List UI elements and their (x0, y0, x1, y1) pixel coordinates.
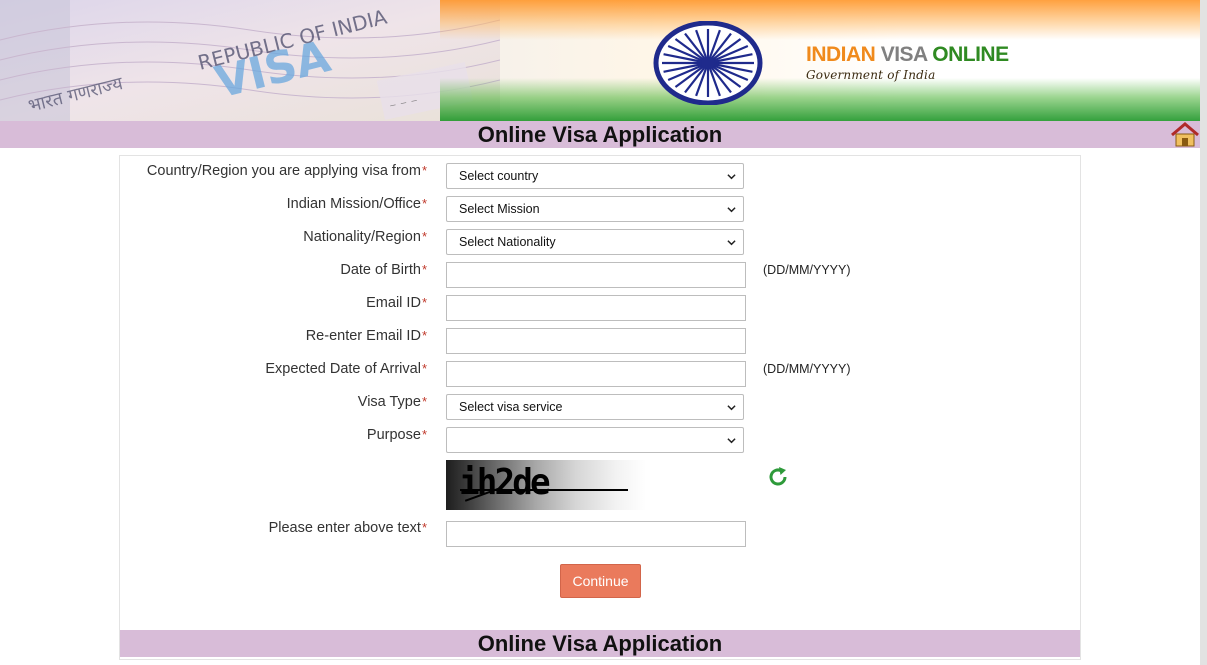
refresh-icon[interactable] (767, 466, 789, 488)
header-banner: REPUBLIC OF INDIA VISA भारत गणराज्य — — … (0, 0, 1200, 121)
chevron-down-icon (727, 207, 736, 213)
captcha-input[interactable] (446, 521, 746, 547)
purpose-label: Purpose* (366, 427, 427, 443)
mission-label: Indian Mission/Office* (286, 196, 427, 212)
chevron-down-icon (727, 405, 736, 411)
visa-stamp-illustration: REPUBLIC OF INDIA VISA भारत गणराज्य — — … (0, 0, 500, 121)
arrival-date-input[interactable] (446, 361, 746, 387)
country-select[interactable]: Select country (446, 163, 744, 189)
required-marker: * (421, 520, 427, 535)
ashoka-chakra-icon (653, 21, 763, 105)
tricolor-green-band (440, 78, 1200, 121)
required-marker: * (421, 427, 427, 442)
dob-label: Date of Birth* (340, 262, 427, 278)
home-icon[interactable] (1170, 122, 1200, 148)
chevron-down-icon (727, 174, 736, 180)
scrollbar-track[interactable] (1200, 0, 1207, 665)
brand-word-online: ONLINE (932, 43, 1009, 66)
arrival-format-hint: (DD/MM/YYYY) (763, 362, 851, 376)
page-title: Online Visa Application (477, 122, 723, 147)
tricolor-saffron-band (440, 0, 1200, 40)
required-marker: * (421, 328, 427, 343)
captcha-image: ih2de (446, 460, 646, 510)
email-confirm-input[interactable] (446, 328, 746, 354)
required-marker: * (421, 229, 427, 244)
page: REPUBLIC OF INDIA VISA भारत गणराज्य — — … (0, 0, 1207, 665)
captcha-noise-line (460, 489, 628, 491)
chevron-down-icon (727, 240, 736, 246)
captcha-input-label: Please enter above text* (268, 520, 427, 536)
brand-subtitle: Government of India (806, 68, 936, 82)
email-label: Email ID* (366, 295, 427, 311)
visa-type-select[interactable]: Select visa service (446, 394, 744, 420)
brand-word-indian: INDIAN (806, 43, 876, 66)
required-marker: * (421, 196, 427, 211)
dob-format-hint: (DD/MM/YYYY) (763, 263, 851, 277)
continue-button[interactable]: Continue (560, 564, 641, 598)
mission-select[interactable]: Select Mission (446, 196, 744, 222)
required-marker: * (421, 295, 427, 310)
footer-title: Online Visa Application (477, 631, 723, 656)
country-label: Country/Region you are applying visa fro… (146, 163, 427, 179)
required-marker: * (421, 262, 427, 277)
dob-input[interactable] (446, 262, 746, 288)
brand-title: INDIAN VISA ONLINE (806, 43, 1009, 67)
required-marker: * (421, 163, 427, 178)
required-marker: * (421, 394, 427, 409)
email-input[interactable] (446, 295, 746, 321)
email-confirm-label: Re-enter Email ID* (305, 328, 427, 344)
footer-title-strip: Online Visa Application (120, 630, 1080, 657)
arrival-date-label: Expected Date of Arrival* (265, 361, 427, 377)
brand-word-visa: VISA (880, 43, 928, 66)
chevron-down-icon (727, 438, 736, 444)
page-title-strip: Online Visa Application (0, 121, 1200, 148)
nationality-select[interactable]: Select Nationality (446, 229, 744, 255)
visa-type-label: Visa Type* (357, 394, 427, 410)
brand-logo: INDIAN VISA ONLINE Government of India (806, 43, 1009, 82)
required-marker: * (421, 361, 427, 376)
nationality-label: Nationality/Region* (303, 229, 427, 245)
purpose-select[interactable] (446, 427, 744, 453)
